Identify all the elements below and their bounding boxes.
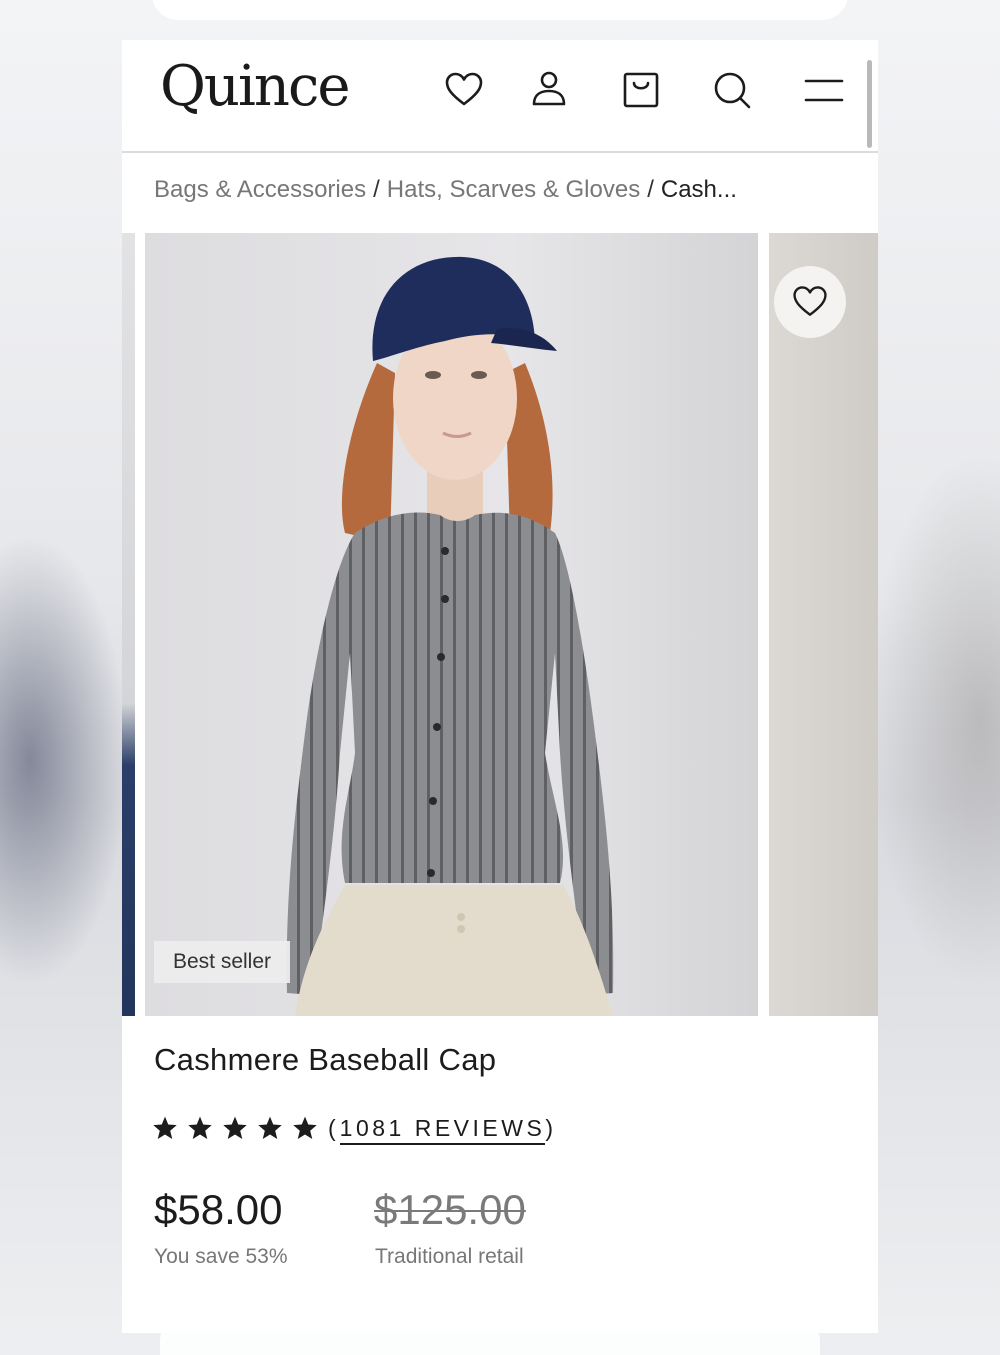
- star-icon: [223, 1116, 247, 1140]
- menu-icon[interactable]: [802, 68, 846, 112]
- breadcrumb-separator: /: [647, 176, 654, 203]
- product-title: Cashmere Baseball Cap: [154, 1042, 497, 1077]
- site-header: Quince: [122, 40, 878, 153]
- product-image-next[interactable]: [769, 233, 878, 1016]
- model-photo: [145, 233, 758, 1016]
- reviews-close-paren: ): [545, 1114, 557, 1141]
- user-icon[interactable]: [527, 68, 571, 112]
- star-icon: [293, 1116, 317, 1140]
- product-rating: (1081 REVIEWS): [152, 1108, 557, 1148]
- breadcrumb-current: Cash...: [660, 176, 737, 203]
- product-card: Quince Bags & Accessories / Hats, Scarves …: [122, 40, 878, 1333]
- savings-text: You save 53%: [154, 1245, 288, 1268]
- breadcrumb: Bags & Accessories / Hats, Scarves & Glove…: [154, 176, 737, 204]
- site-logo[interactable]: Quince: [160, 54, 350, 119]
- bottom-sheet-edge: [160, 1315, 820, 1355]
- sale-price: $58.00: [154, 1186, 283, 1233]
- breadcrumb-link-hats[interactable]: Hats, Scarves & Gloves: [387, 176, 640, 203]
- breadcrumb-link-bags[interactable]: Bags & Accessories: [154, 176, 366, 203]
- star-icon: [258, 1116, 282, 1140]
- best-seller-badge: Best seller: [154, 941, 290, 983]
- original-price: $125.00: [374, 1186, 526, 1233]
- star-icon: [188, 1116, 212, 1140]
- reviews-open-paren: (: [328, 1114, 340, 1141]
- reviews-link-wrapper: (1081 REVIEWS): [328, 1114, 557, 1145]
- star-rating: [152, 1115, 318, 1141]
- bag-icon[interactable]: [619, 68, 663, 112]
- original-price-label: Traditional retail: [375, 1245, 524, 1268]
- product-image-main[interactable]: [145, 233, 758, 1016]
- top-sheet-edge: [152, 0, 848, 20]
- reviews-link[interactable]: 1081 REVIEWS: [339, 1114, 546, 1145]
- star-icon: [153, 1116, 177, 1140]
- breadcrumb-separator: /: [373, 176, 380, 203]
- heart-icon[interactable]: [442, 68, 486, 112]
- wishlist-button[interactable]: [774, 266, 846, 338]
- search-icon[interactable]: [710, 68, 754, 112]
- scrollbar-thumb[interactable]: [867, 60, 872, 148]
- product-image-previous[interactable]: [122, 233, 135, 1016]
- heart-icon: [793, 286, 827, 316]
